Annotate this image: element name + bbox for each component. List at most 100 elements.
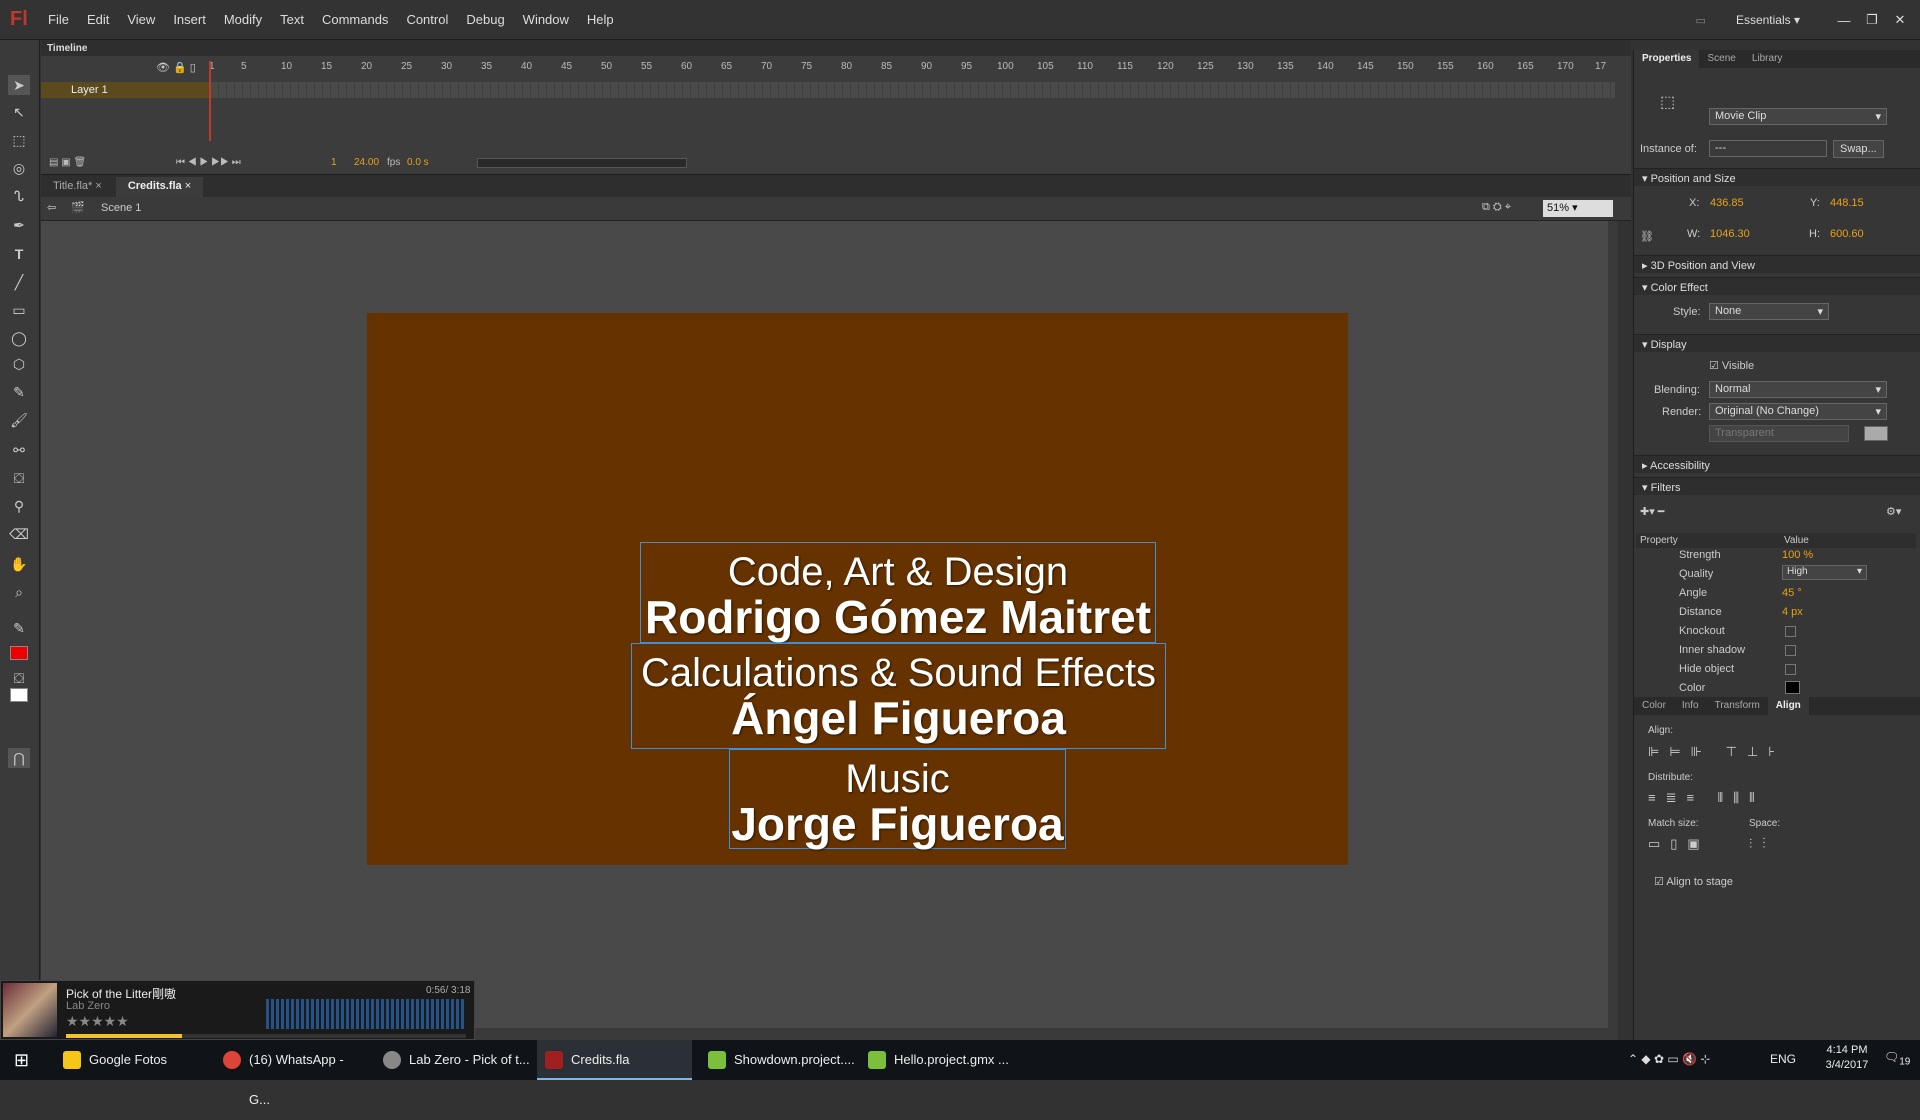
menu-file[interactable]: File <box>48 12 69 27</box>
bg-color-swatch[interactable] <box>1864 426 1888 441</box>
layer-row[interactable]: Layer 1 <box>41 82 211 98</box>
section-color-effect[interactable]: ▾ Color Effect <box>1634 277 1920 295</box>
eraser-icon[interactable]: ⌫ <box>8 524 30 544</box>
zoom-select[interactable]: 51% ▾ <box>1543 200 1613 217</box>
new-layer-icon[interactable]: ▤ ▣ 🗑 <box>49 157 86 168</box>
style-select[interactable]: None ▾ <box>1709 303 1829 320</box>
instance-field[interactable]: --- <box>1709 140 1827 157</box>
menu-window[interactable]: Window <box>523 12 569 27</box>
back-arrow-icon[interactable]: ⇦ <box>47 201 56 214</box>
menu-view[interactable]: View <box>127 12 155 27</box>
workspace-switcher[interactable]: Essentials ▾ <box>1736 13 1800 27</box>
inner-shadow-checkbox[interactable] <box>1785 645 1796 656</box>
x-value[interactable]: 436.85 <box>1710 197 1744 209</box>
y-value[interactable]: 448.15 <box>1830 197 1864 209</box>
filter-val[interactable]: 4 px <box>1782 606 1803 618</box>
filter-val[interactable]: 45 ° <box>1782 587 1802 599</box>
sync-icon[interactable]: ▭ <box>1696 14 1706 27</box>
space-buttons-icon[interactable]: ⫶⋮ <box>1749 836 1776 852</box>
text-tool-icon[interactable]: T <box>8 244 30 264</box>
section-3d[interactable]: ▸ 3D Position and View <box>1634 255 1920 273</box>
hide-object-checkbox[interactable] <box>1785 664 1796 675</box>
taskbar-credits-fla[interactable]: Credits.fla <box>537 1040 692 1080</box>
pen-tool-icon[interactable]: ✒ <box>8 215 30 235</box>
hand-tool-icon[interactable]: ✋ <box>8 554 30 574</box>
menu-debug[interactable]: Debug <box>466 12 504 27</box>
tray-language[interactable]: ENG <box>1770 1052 1796 1066</box>
stage-area[interactable]: Code, Art & Design Rodrigo Gómez Maitret… <box>41 221 1618 1028</box>
rating-stars-icon[interactable]: ★★★★★ <box>66 1013 129 1030</box>
lock-ratio-icon[interactable]: ⛓ <box>1640 230 1654 243</box>
blending-select[interactable]: Normal ▾ <box>1709 381 1887 398</box>
filter-options-icon[interactable]: ⚙▾ <box>1886 505 1901 518</box>
tab-transform[interactable]: Transform <box>1707 697 1768 715</box>
timeline-scrollbar[interactable] <box>477 158 687 168</box>
close-icon[interactable]: ✕ <box>1886 12 1914 28</box>
frame-track[interactable] <box>211 82 1615 98</box>
filter-val[interactable]: 100 % <box>1782 549 1813 561</box>
w-value[interactable]: 1046.30 <box>1710 228 1750 240</box>
tab-align[interactable]: Align <box>1767 697 1809 715</box>
menu-text[interactable]: Text <box>280 12 304 27</box>
tab-scene[interactable]: Scene <box>1699 50 1743 68</box>
taskbar-google-fotos[interactable]: Google Fotos <box>55 1040 195 1080</box>
stroke-color-icon[interactable]: ✎ <box>8 618 30 638</box>
fill-color-icon[interactable]: ⛋ <box>8 668 30 688</box>
fps-value[interactable]: 24.00 <box>354 157 379 168</box>
frame-ruler[interactable]: 1 5 10 15 20 25 30 35 40 45 50 55 60 65 … <box>209 61 1615 75</box>
menu-edit[interactable]: Edit <box>87 12 109 27</box>
close-tab-icon[interactable]: × <box>95 180 101 192</box>
align-to-stage-checkbox[interactable]: ☑ Align to stage <box>1654 875 1733 888</box>
polystar-tool-icon[interactable]: ⬡ <box>8 354 30 374</box>
section-accessibility[interactable]: ▸ Accessibility <box>1634 455 1920 473</box>
zoom-tool-icon[interactable]: ⌕ <box>8 582 30 602</box>
close-tab-icon[interactable]: × <box>185 180 191 192</box>
selection-tool-icon[interactable]: ➤ <box>8 75 30 95</box>
lasso-icon[interactable]: ᔐ <box>8 186 30 206</box>
distribute-buttons-icon[interactable]: ≡≣≡ ⫴⫼⫴ <box>1648 790 1765 806</box>
oval-tool-icon[interactable]: ◯ <box>8 328 30 348</box>
brush-tool-icon[interactable]: 🖌 <box>8 410 30 430</box>
tab-library[interactable]: Library <box>1744 50 1791 68</box>
rectangle-tool-icon[interactable]: ▭ <box>8 300 30 320</box>
menu-control[interactable]: Control <box>406 12 448 27</box>
taskbar-hello-project[interactable]: Hello.project.gmx ... <box>860 1040 1020 1080</box>
tab-title-fla[interactable]: Title.fla* × <box>41 177 114 197</box>
knockout-checkbox[interactable] <box>1785 626 1796 637</box>
scene-label[interactable]: Scene 1 <box>101 202 141 214</box>
section-filters[interactable]: ▾ Filters <box>1634 477 1920 495</box>
taskbar-lab-zero[interactable]: Lab Zero - Pick of t... <box>375 1040 530 1080</box>
playhead[interactable] <box>209 61 211 141</box>
symbol-type-select[interactable]: Movie Clip ▾ <box>1709 108 1887 125</box>
tab-info[interactable]: Info <box>1674 697 1707 715</box>
tab-credits-fla[interactable]: Credits.fla × <box>115 177 204 197</box>
current-frame[interactable]: 1 <box>331 157 337 168</box>
playback-controls[interactable]: ⏮ ◀ ▶ ▶▶ ⏭ <box>176 157 241 168</box>
taskbar-showdown[interactable]: Showdown.project.... <box>700 1040 860 1080</box>
credit-block-3[interactable]: Music Jorge Figueroa <box>729 749 1066 849</box>
3d-rotation-icon[interactable]: ◎ <box>8 158 30 178</box>
credit-block-1[interactable]: Code, Art & Design Rodrigo Gómez Maitret <box>640 542 1156 643</box>
tray-icons[interactable]: ⌃ ◆ ✿ ▭ 🔇 ⊹ <box>1628 1052 1710 1066</box>
free-transform-icon[interactable]: ⬚ <box>8 130 30 150</box>
stroke-color-swatch[interactable] <box>10 646 28 660</box>
stage-vertical-scrollbar[interactable] <box>1608 221 1618 1028</box>
minimize-icon[interactable]: — <box>1830 13 1858 28</box>
tab-color[interactable]: Color <box>1634 697 1674 715</box>
visible-checkbox[interactable]: ☑ Visible <box>1709 359 1754 372</box>
subselection-tool-icon[interactable]: ↖ <box>8 102 30 122</box>
eyedropper-icon[interactable]: ⚲ <box>8 496 30 516</box>
timeline-title[interactable]: Timeline <box>41 40 1631 56</box>
menu-help[interactable]: Help <box>587 12 614 27</box>
windows-start-icon[interactable]: ⊞ <box>14 1050 29 1071</box>
bone-tool-icon[interactable]: ⚯ <box>8 440 30 460</box>
add-filter-icon[interactable]: ✚▾ ━ <box>1640 505 1664 518</box>
swap-button[interactable]: Swap... <box>1833 140 1884 158</box>
media-player-widget[interactable]: Pick of the Litter剛嗷 Lab Zero ★★★★★ 0:56… <box>0 980 475 1040</box>
quality-select[interactable]: High ▾ <box>1782 565 1867 580</box>
section-display[interactable]: ▾ Display <box>1634 334 1920 352</box>
menu-insert[interactable]: Insert <box>173 12 206 27</box>
shadow-color-swatch[interactable] <box>1785 681 1800 694</box>
progress-track[interactable] <box>66 1034 466 1038</box>
tab-properties[interactable]: Properties <box>1634 50 1700 68</box>
